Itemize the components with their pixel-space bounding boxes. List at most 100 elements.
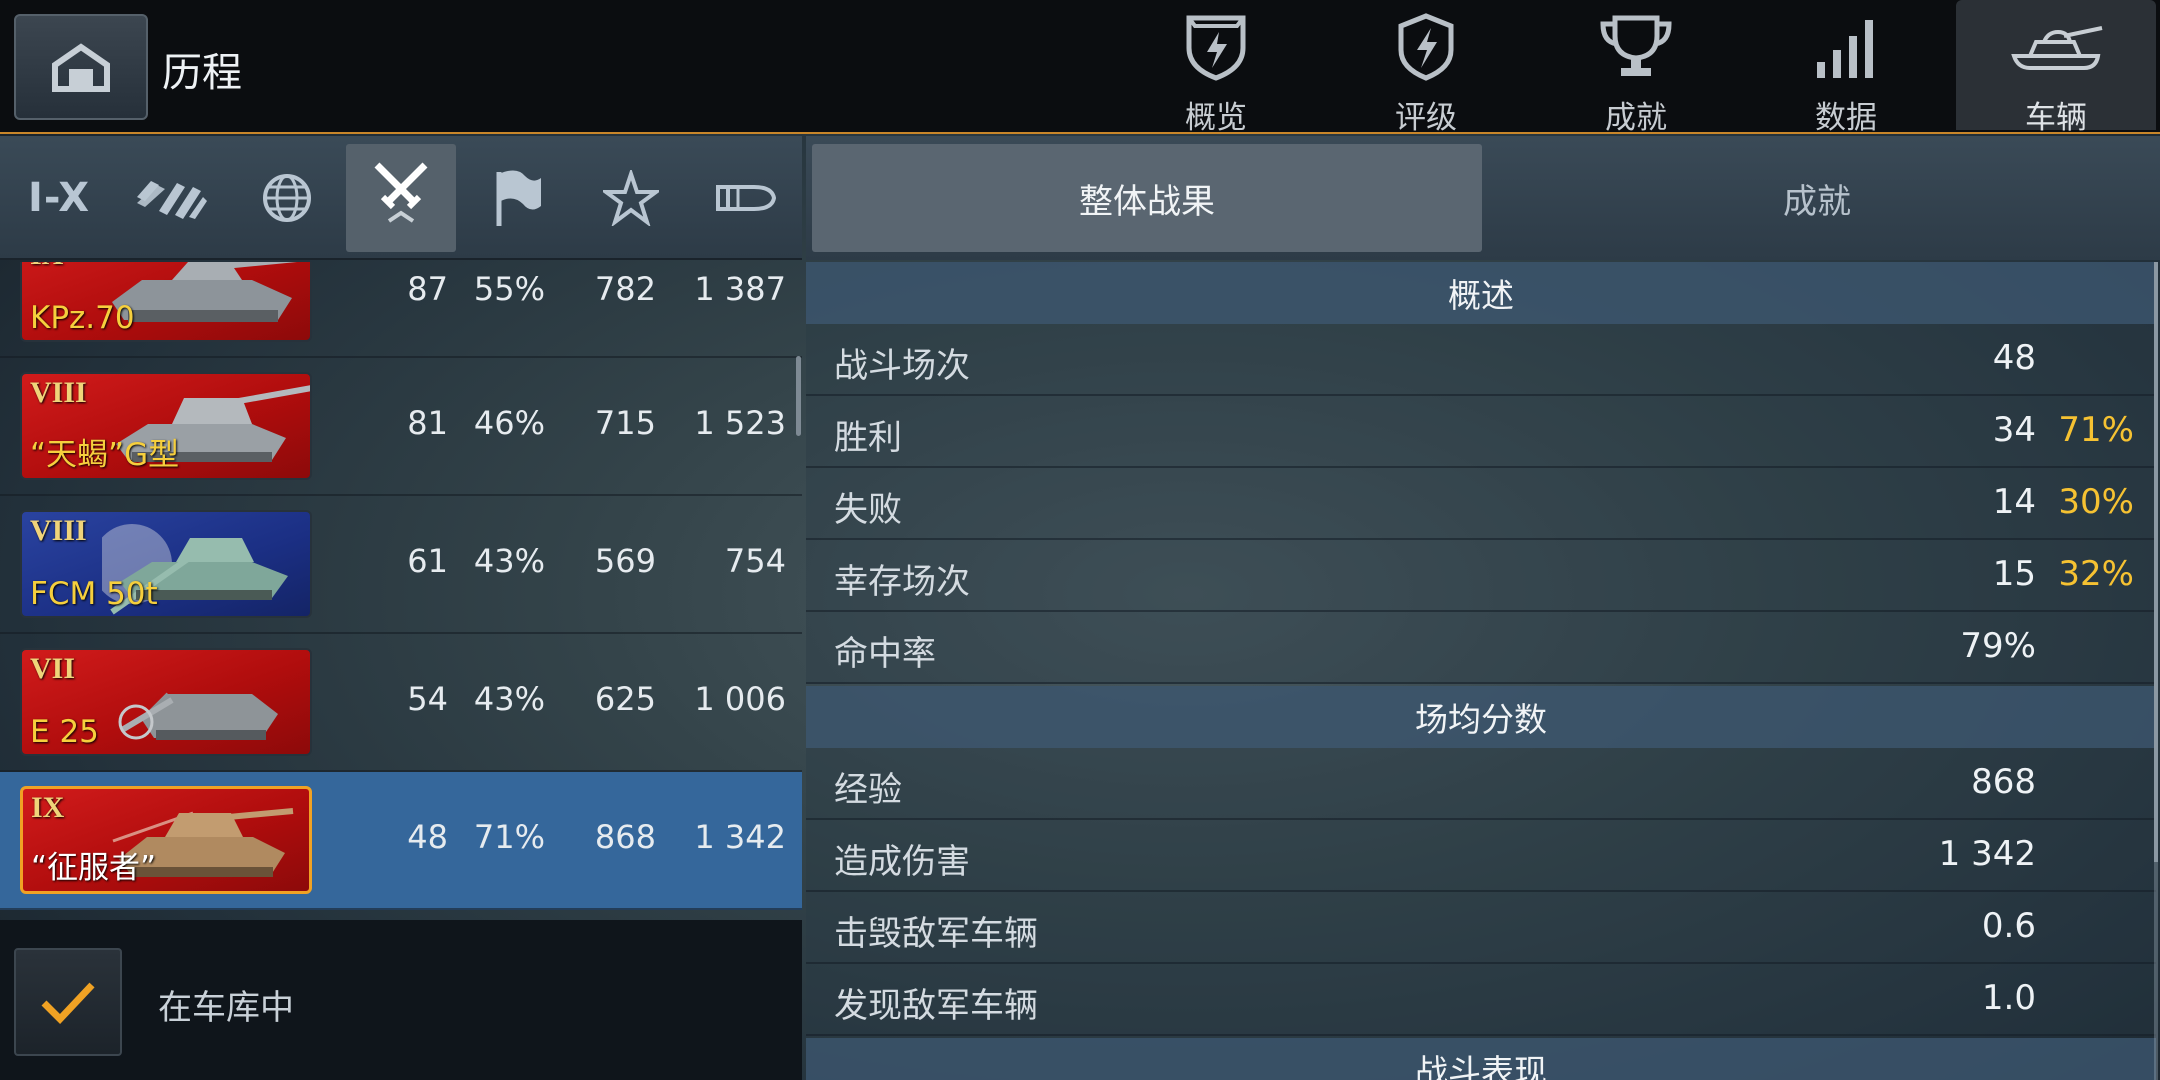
flag-icon [496, 170, 541, 226]
vehicle-type-icon [137, 181, 207, 219]
stat-label: 造成伤害 [834, 842, 970, 882]
tab-achievements[interactable]: 成就 [1536, 0, 1736, 136]
vehicle-battles: 54 [407, 680, 448, 718]
stats-scrollbar[interactable] [2154, 262, 2158, 862]
vehicle-winrate: 43% [473, 542, 545, 580]
tab-rating-label: 评级 [1395, 100, 1457, 136]
tank-icon [2011, 26, 2103, 70]
stat-row: 击毁敌军车辆 0.6 [806, 892, 2156, 964]
stat-percent: 71% [2058, 410, 2134, 450]
xp-sort-button[interactable] [576, 144, 686, 252]
vehicle-tier: VIII [30, 376, 87, 409]
tab-achievements-label: 成就 [1605, 100, 1667, 136]
tab-rating[interactable]: 评级 [1326, 0, 1526, 136]
stat-label: 发现敌军车辆 [834, 986, 1038, 1026]
stat-row: 发现敌军车辆 1.0 [806, 964, 2156, 1036]
vehicle-row[interactable]: VII E 25 54 43% 625 1 006 [0, 634, 802, 772]
tab-vehicles-label: 车辆 [2025, 100, 2087, 136]
winrate-sort-button[interactable] [462, 144, 572, 252]
section-header-average: 场均分数 [806, 686, 2156, 748]
stat-label: 胜利 [834, 418, 902, 458]
vehicle-name: E 25 [30, 714, 99, 750]
tab-vehicles[interactable]: 车辆 [1956, 0, 2156, 136]
stat-percent: 30% [2058, 482, 2134, 522]
star-icon [603, 170, 659, 226]
vehicle-battles: 48 [407, 818, 448, 856]
stat-value: 0.6 [1981, 906, 2036, 946]
tier-filter-button[interactable]: I-X [4, 144, 114, 252]
trophy-icon [1600, 15, 1672, 76]
stats-panel: 概述 战斗场次 48 胜利 34 71% 失败 14 30% 幸存场次 15 3… [806, 262, 2160, 1080]
crossed-swords-icon [374, 162, 428, 223]
vehicle-name: KPz.70 [30, 300, 135, 336]
stat-value: 1.0 [1981, 978, 2036, 1018]
tank-image [118, 692, 278, 740]
shield-lightning-icon [1186, 15, 1246, 81]
vehicle-name: FCM 50t [30, 576, 158, 612]
vehicle-avg-damage: 1 342 [694, 818, 786, 856]
vehicle-row-selected[interactable]: IX “征服者” 48 71% 868 1 342 [0, 772, 802, 910]
garage-icon [52, 43, 110, 92]
type-filter-button[interactable] [116, 144, 226, 252]
nation-filter-button[interactable] [232, 144, 342, 252]
stat-label: 击毁敌军车辆 [834, 914, 1038, 954]
vehicle-row[interactable]: IX KPz.70 87 55% 782 1 387 [0, 262, 802, 358]
vehicle-avg-damage: 1 523 [694, 404, 786, 442]
page-title: 历程 [162, 50, 242, 96]
vehicle-winrate: 43% [473, 680, 545, 718]
top-bar: 历程 概览 评级 成就 数据 车辆 [0, 0, 2160, 136]
tab-overview[interactable]: 概览 [1116, 0, 1316, 136]
stat-value: 868 [1971, 762, 2036, 802]
vehicle-avg-damage: 754 [724, 542, 786, 580]
vehicle-battles: 81 [407, 404, 448, 442]
stat-value: 14 [1992, 482, 2036, 522]
vehicle-winrate: 71% [473, 818, 545, 856]
vehicle-tier: IX [30, 262, 63, 272]
battles-sort-button[interactable] [346, 144, 456, 252]
stat-row: 造成伤害 1 342 [806, 820, 2156, 892]
vehicle-avg-damage: 1 387 [694, 270, 786, 308]
badge-lightning-icon [1398, 13, 1454, 81]
stat-label: 失败 [834, 490, 902, 530]
in-garage-checkbox[interactable] [14, 948, 122, 1056]
vehicle-name: “天蝎”G型 [30, 437, 180, 473]
vehicle-avg-damage: 1 006 [694, 680, 786, 718]
in-garage-label: 在车库中 [158, 988, 294, 1028]
tab-statistics-label: 数据 [1815, 100, 1877, 136]
garage-filter-bar: 在车库中 [0, 920, 802, 1080]
stat-value: 15 [1992, 554, 2036, 594]
stat-value: 48 [1992, 338, 2036, 378]
tier-filter-label: I-X [27, 175, 91, 221]
vehicle-card: IX KPz.70 [20, 262, 312, 342]
stat-percent: 32% [2058, 554, 2134, 594]
tab-overall-results[interactable]: 整体战果 [812, 144, 1482, 252]
stat-value: 1 342 [1938, 834, 2036, 874]
tab-vehicle-achievements[interactable]: 成就 [1482, 144, 2152, 252]
vehicle-tier: IX [31, 791, 65, 824]
vehicle-list: IX KPz.70 87 55% 782 1 387 VIII “天蝎”G型 8… [0, 262, 802, 920]
vehicle-row[interactable]: VIII FCM 50t 61 43% 569 754 [0, 496, 802, 634]
stat-label: 经验 [834, 770, 902, 810]
vehicle-avg-xp: 625 [594, 680, 656, 718]
vehicle-avg-xp: 782 [594, 270, 656, 308]
vehicle-list-scrollbar[interactable] [796, 356, 801, 436]
globe-icon [263, 174, 311, 222]
vehicle-winrate: 55% [473, 270, 545, 308]
vehicle-battles: 61 [407, 542, 448, 580]
section-header-summary: 概述 [806, 262, 2156, 324]
stat-row: 失败 14 30% [806, 468, 2156, 540]
vehicle-card: VII E 25 [20, 648, 312, 756]
damage-sort-button[interactable] [690, 144, 800, 252]
garage-home-button[interactable] [14, 14, 148, 120]
tab-statistics[interactable]: 数据 [1746, 0, 1946, 136]
checkmark-icon [41, 982, 95, 1025]
stat-row: 胜利 34 71% [806, 396, 2156, 468]
vehicle-battles: 87 [407, 270, 448, 308]
stat-label: 战斗场次 [834, 346, 970, 386]
stat-value: 79% [1960, 626, 2036, 666]
vehicle-card: IX “征服者” [20, 786, 312, 894]
stats-subtabs: 整体战果 成就 [806, 136, 2160, 260]
stat-value: 34 [1992, 410, 2036, 450]
vehicle-avg-xp: 715 [594, 404, 656, 442]
vehicle-row[interactable]: VIII “天蝎”G型 81 46% 715 1 523 [0, 358, 802, 496]
